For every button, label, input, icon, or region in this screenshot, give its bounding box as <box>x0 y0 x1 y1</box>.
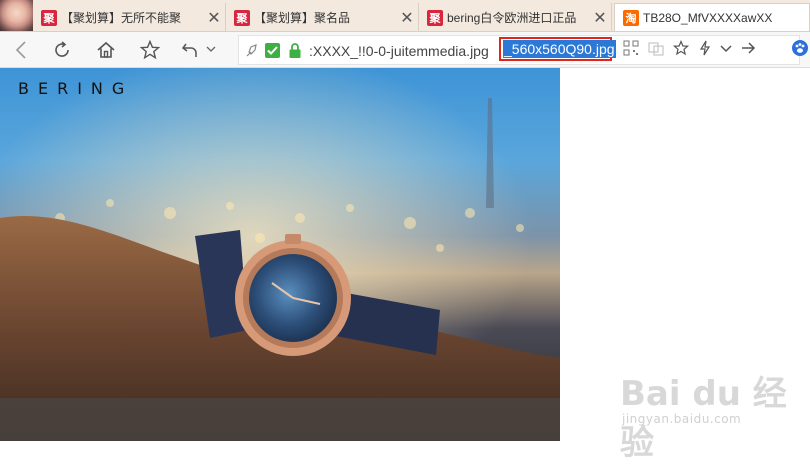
home-icon[interactable] <box>94 38 118 62</box>
lightning-icon[interactable] <box>697 40 713 56</box>
qr-code-icon[interactable] <box>623 40 639 56</box>
chevron-down-icon[interactable] <box>206 44 216 54</box>
undo-icon[interactable] <box>178 38 202 62</box>
url-text[interactable]: :XXXX_!!0-0-juitemmedia.jpg <box>309 43 489 59</box>
close-icon[interactable]: ✕ <box>203 8 225 28</box>
url-selection-text: _560x560Q90.jpg <box>503 40 616 58</box>
back-arrow-icon[interactable] <box>10 38 34 62</box>
compatibility-mode-icon[interactable] <box>648 40 664 56</box>
tab-image-active[interactable]: 淘 TB28O_MfVXXXXawXX <box>614 3 810 31</box>
brand-logo: BERING <box>18 79 134 98</box>
watermark: Bai du 经验 jingyan.baidu.com <box>620 366 805 463</box>
ju-favicon-icon: 聚 <box>427 9 443 26</box>
rocket-icon <box>246 44 257 57</box>
watermark-sub: jingyan.baidu.com <box>622 412 742 426</box>
close-icon[interactable]: ✕ <box>396 8 418 28</box>
tab-juhuasuan-2[interactable]: 聚 【聚划算】聚名品 ✕ <box>226 3 419 31</box>
url-selected-segment[interactable]: _560x560Q90.jpg <box>499 37 616 61</box>
go-arrow-icon[interactable] <box>740 40 756 56</box>
ju-favicon-icon: 聚 <box>41 9 57 26</box>
tab-title: 【聚划算】聚名品 <box>254 11 351 25</box>
lock-icon[interactable] <box>287 42 303 59</box>
extension-paw-icon[interactable] <box>792 40 808 56</box>
tab-bering[interactable]: 聚 bering白令欧洲进口正品 ✕ <box>419 3 612 31</box>
taobao-favicon-icon: 淘 <box>623 10 639 26</box>
verified-check-icon <box>265 43 280 58</box>
chevron-down-icon[interactable] <box>718 40 734 56</box>
tab-title: TB28O_MfVXXXXawXX <box>643 11 773 25</box>
tab-title: bering白令欧洲进口正品 <box>447 11 577 25</box>
tab-strip: 聚 【聚划算】无所不能聚 ✕ 聚 【聚划算】聚名品 ✕ 聚 bering白令欧洲… <box>0 0 810 32</box>
watch-photo <box>0 68 560 441</box>
tab-title: 【聚划算】无所不能聚 <box>61 11 182 25</box>
product-image: BERING <box>0 68 560 441</box>
reload-icon[interactable] <box>50 38 74 62</box>
star-icon[interactable] <box>138 38 162 62</box>
tab-juhuasuan-1[interactable]: 聚 【聚划算】无所不能聚 ✕ <box>33 3 226 31</box>
favorite-star-icon[interactable] <box>673 40 689 56</box>
close-icon[interactable]: ✕ <box>589 8 611 28</box>
ju-favicon-icon: 聚 <box>234 9 250 26</box>
user-avatar[interactable] <box>0 0 33 31</box>
